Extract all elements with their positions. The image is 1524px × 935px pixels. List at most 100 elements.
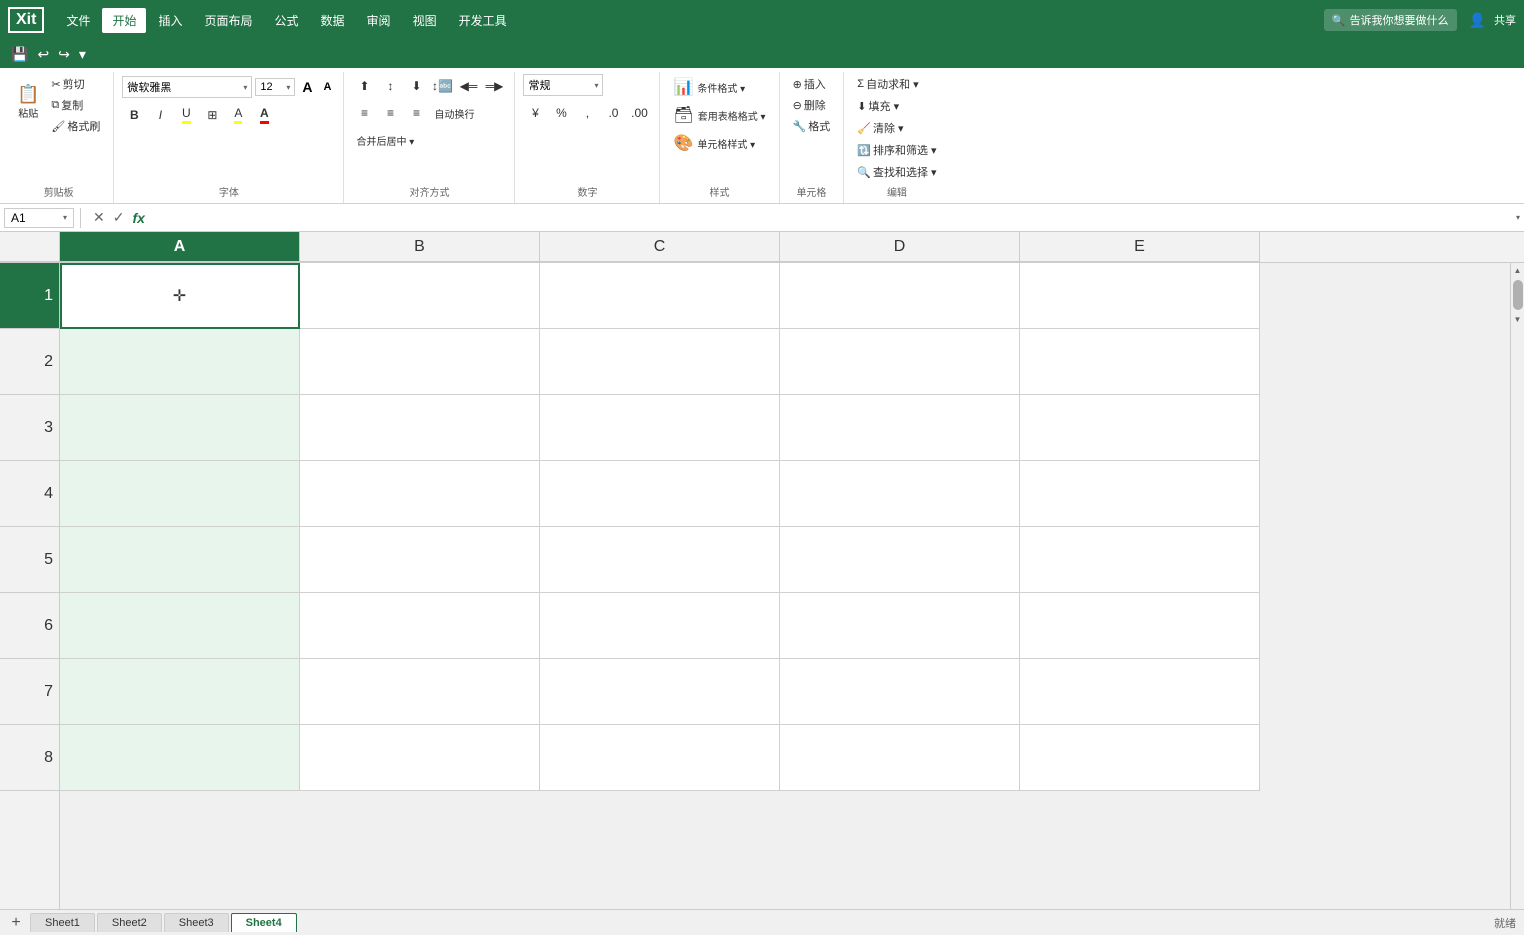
scroll-down-button[interactable]: ▼ (1511, 312, 1524, 327)
menu-view[interactable]: 视图 (403, 8, 447, 33)
decrease-font-size-button[interactable]: A (320, 79, 336, 95)
menu-data[interactable]: 数据 (311, 8, 355, 33)
col-header-A[interactable]: A (60, 232, 300, 262)
dec-increase-button[interactable]: .0 (601, 102, 625, 124)
align-bottom-button[interactable]: ⬇ (404, 75, 428, 97)
align-top-button[interactable]: ⬆ (352, 75, 376, 97)
sort-filter-button[interactable]: 🔃 排序和筛选 ▾ (852, 140, 941, 160)
menu-home[interactable]: 开始 (102, 8, 146, 33)
row-num-1[interactable]: 1 (0, 263, 59, 329)
comma-button[interactable]: , (575, 102, 599, 124)
cell-E8[interactable] (1020, 725, 1260, 791)
delete-button[interactable]: ⊖ 删除 (788, 95, 836, 115)
cancel-icon[interactable]: ✕ (91, 207, 107, 228)
row-num-8[interactable]: 8 (0, 725, 59, 791)
cell-A4[interactable] (60, 461, 300, 527)
vertical-scrollbar[interactable]: ▲ ▼ (1510, 263, 1524, 935)
bold-button[interactable]: B (122, 104, 146, 126)
format-painter-button[interactable]: 🖌 格式刷 (46, 116, 105, 136)
dec-decrease-button[interactable]: .00 (627, 102, 651, 124)
scroll-thumb[interactable] (1513, 280, 1523, 310)
col-header-B[interactable]: B (300, 232, 540, 262)
cell-D1[interactable] (780, 263, 1020, 329)
cell-C1[interactable] (540, 263, 780, 329)
increase-font-size-button[interactable]: A (298, 77, 316, 97)
undo-button[interactable]: ↩ (34, 44, 52, 65)
insert-button[interactable]: ⊕ 插入 (788, 74, 836, 94)
cell-D5[interactable] (780, 527, 1020, 593)
scroll-up-button[interactable]: ▲ (1511, 263, 1524, 278)
cell-styles-button[interactable]: 🎨 单元格样式 ▾ (668, 130, 760, 156)
cell-C3[interactable] (540, 395, 780, 461)
row-num-5[interactable]: 5 (0, 527, 59, 593)
row-num-4[interactable]: 4 (0, 461, 59, 527)
cell-B4[interactable] (300, 461, 540, 527)
cell-D8[interactable] (780, 725, 1020, 791)
cut-button[interactable]: ✂ 剪切 (46, 74, 105, 94)
cell-D4[interactable] (780, 461, 1020, 527)
menu-formulas[interactable]: 公式 (265, 8, 309, 33)
fill-color-button[interactable]: A (226, 104, 250, 126)
cell-C6[interactable] (540, 593, 780, 659)
clear-button[interactable]: 🧹 清除 ▾ (852, 118, 908, 138)
indent-inc-button[interactable]: ═▶ (482, 75, 506, 97)
align-left-button[interactable]: ≡ (352, 102, 376, 124)
row-num-7[interactable]: 7 (0, 659, 59, 725)
text-direction-button[interactable]: ↕🔤 (430, 75, 454, 97)
accounting-format-button[interactable]: ¥ (523, 102, 547, 124)
menu-insert[interactable]: 插入 (148, 8, 192, 33)
fill-button[interactable]: ⬇ 填充 ▾ (852, 96, 904, 116)
cell-C5[interactable] (540, 527, 780, 593)
format-button[interactable]: 🔧 格式 (788, 116, 836, 136)
cell-A1[interactable]: ✛ (60, 263, 300, 329)
formula-expand-button[interactable]: ▾ (1516, 213, 1520, 222)
cell-E4[interactable] (1020, 461, 1260, 527)
cell-C8[interactable] (540, 725, 780, 791)
row-num-6[interactable]: 6 (0, 593, 59, 659)
wrap-text-button[interactable]: 自动换行 (430, 102, 478, 124)
cell-B8[interactable] (300, 725, 540, 791)
save-button[interactable]: 💾 (8, 44, 31, 65)
cell-D7[interactable] (780, 659, 1020, 725)
menu-developer[interactable]: 开发工具 (449, 8, 517, 33)
menu-file[interactable]: 文件 (56, 8, 100, 33)
function-wizard-icon[interactable]: fx (130, 208, 146, 228)
font-name-selector[interactable]: 微软雅黑 ▾ (122, 76, 252, 98)
percent-button[interactable]: % (549, 102, 573, 124)
cell-E6[interactable] (1020, 593, 1260, 659)
cell-A8[interactable] (60, 725, 300, 791)
align-center-button[interactable]: ≡ (378, 102, 402, 124)
cell-B3[interactable] (300, 395, 540, 461)
sheet-tab-2[interactable]: Sheet2 (97, 913, 162, 932)
cell-B1[interactable] (300, 263, 540, 329)
cell-D3[interactable] (780, 395, 1020, 461)
cell-A2[interactable] (60, 329, 300, 395)
italic-button[interactable]: I (148, 104, 172, 126)
indent-dec-button[interactable]: ◀═ (456, 75, 480, 97)
redo-button[interactable]: ↪ (55, 44, 73, 65)
font-size-selector[interactable]: 12 ▾ (255, 78, 295, 96)
align-middle-button[interactable]: ↕ (378, 75, 402, 97)
number-format-selector[interactable]: 常规 ▾ (523, 74, 603, 96)
underline-button[interactable]: U (174, 104, 198, 126)
formula-input[interactable] (155, 209, 1512, 227)
paste-button[interactable]: 📋 粘贴 (12, 74, 44, 130)
row-num-2[interactable]: 2 (0, 329, 59, 395)
cell-C2[interactable] (540, 329, 780, 395)
cell-C4[interactable] (540, 461, 780, 527)
cell-A5[interactable] (60, 527, 300, 593)
col-header-D[interactable]: D (780, 232, 1020, 262)
menu-page-layout[interactable]: 页面布局 (195, 8, 263, 33)
find-select-button[interactable]: 🔍 查找和选择 ▾ (852, 162, 941, 182)
cell-A3[interactable] (60, 395, 300, 461)
conditional-format-button[interactable]: 📊 条件格式 ▾ (668, 74, 750, 100)
cell-E3[interactable] (1020, 395, 1260, 461)
cell-B5[interactable] (300, 527, 540, 593)
cell-E1[interactable] (1020, 263, 1260, 329)
sheet-tab-4[interactable]: Sheet4 (231, 913, 297, 932)
cell-E7[interactable] (1020, 659, 1260, 725)
menu-review[interactable]: 审阅 (357, 8, 401, 33)
select-all-cell[interactable] (0, 232, 60, 262)
cell-D6[interactable] (780, 593, 1020, 659)
merge-center-button[interactable]: 合并后居中 ▾ (352, 129, 418, 151)
